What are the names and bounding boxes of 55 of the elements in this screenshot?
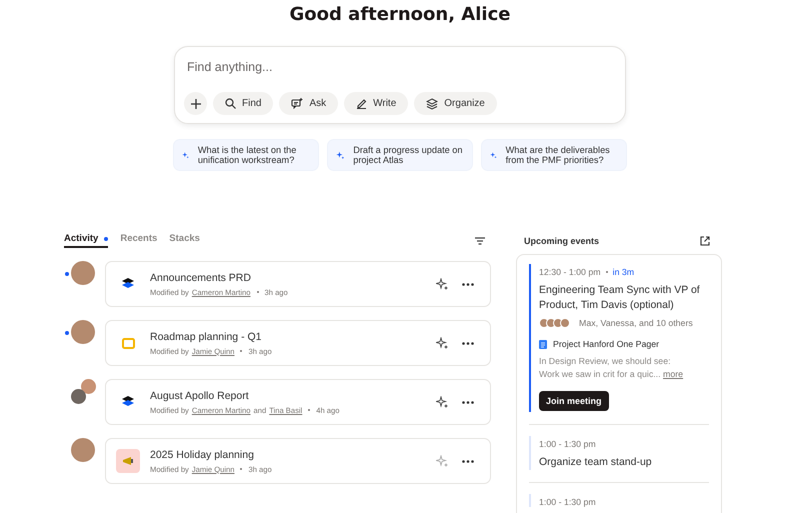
sparkle-icon[interactable] — [436, 278, 448, 290]
relative-time: in 3m — [612, 267, 634, 277]
more-icon[interactable] — [462, 342, 474, 344]
more-link[interactable]: more — [663, 369, 684, 379]
greeting-heading: Good afternoon, Alice — [290, 4, 510, 26]
add-button[interactable] — [184, 92, 207, 115]
find-button[interactable]: Find — [213, 92, 274, 115]
sparkle-icon — [336, 149, 344, 161]
search-icon — [225, 98, 236, 109]
dot-separator — [240, 468, 242, 470]
description-text: In Design Review, we should see: — [539, 355, 672, 368]
event-title: Engineering Team Sync with VP of Product, Tim Davis (optional) — [539, 283, 701, 313]
sparkle-icon[interactable] — [436, 396, 448, 408]
organize-button[interactable]: Organize — [414, 92, 497, 115]
write-button[interactable]: Write — [344, 92, 408, 115]
stack-icon — [122, 278, 134, 290]
file-title: Announcements PRD — [150, 272, 252, 284]
attendees-text: Max, Vanessa, and 10 others — [579, 318, 693, 328]
tab[interactable]: Activity — [64, 233, 108, 248]
more-icon[interactable] — [462, 460, 474, 462]
suggestion-chip[interactable]: What are the deliverables from the PMF priorities? — [481, 139, 627, 171]
suggestion-chip[interactable]: Draft a progress update on project Atlas — [327, 139, 473, 171]
join-meeting-button[interactable]: Join meeting — [539, 391, 609, 411]
file-title: August Apollo Report — [150, 390, 250, 402]
layers-icon — [426, 98, 438, 110]
dot-separator — [308, 409, 310, 411]
megaphone-icon — [116, 449, 140, 473]
ask-button[interactable]: Ask — [279, 92, 338, 115]
section-title: Upcoming events — [524, 236, 600, 246]
sparkle-icon[interactable] — [436, 337, 448, 349]
event-time: 12:30 - 1:00 pm — [539, 267, 601, 277]
event-time: 1:00 - 1:30 pm — [539, 497, 596, 507]
stack-icon — [122, 396, 134, 408]
event-title: Organize team stand-up — [539, 455, 653, 470]
dot-separator — [606, 271, 608, 273]
filter-icon[interactable] — [475, 236, 485, 244]
external-link-icon[interactable] — [700, 236, 710, 246]
event-item[interactable]: 1:00 - 1:30 pm — [529, 494, 709, 507]
plus-icon — [190, 98, 202, 110]
slides-icon — [122, 338, 134, 348]
document-icon — [539, 340, 547, 348]
search-field[interactable]: Find anything... Find Ask Write Organize — [174, 46, 626, 124]
pencil-icon — [356, 98, 368, 109]
description-text: Work we saw in crit for a quic... — [539, 369, 661, 379]
attachment-link[interactable]: Project Hanford One Pager — [553, 339, 660, 349]
more-icon[interactable] — [462, 400, 474, 404]
file-title: Roadmap planning - Q1 — [150, 330, 262, 342]
suggestion-chip[interactable]: What is the latest on the unification workstream? — [173, 139, 319, 171]
event-item[interactable]: 1:00 - 1:30 pm Organize team stand-up — [529, 436, 709, 470]
file-title: 2025 Holiday planning — [150, 448, 255, 460]
dot-separator — [256, 291, 259, 293]
chat-icon — [291, 98, 304, 109]
more-icon[interactable] — [462, 282, 474, 286]
dot-separator — [240, 350, 242, 352]
event-time: 1:00 - 1:30 pm — [539, 439, 596, 449]
